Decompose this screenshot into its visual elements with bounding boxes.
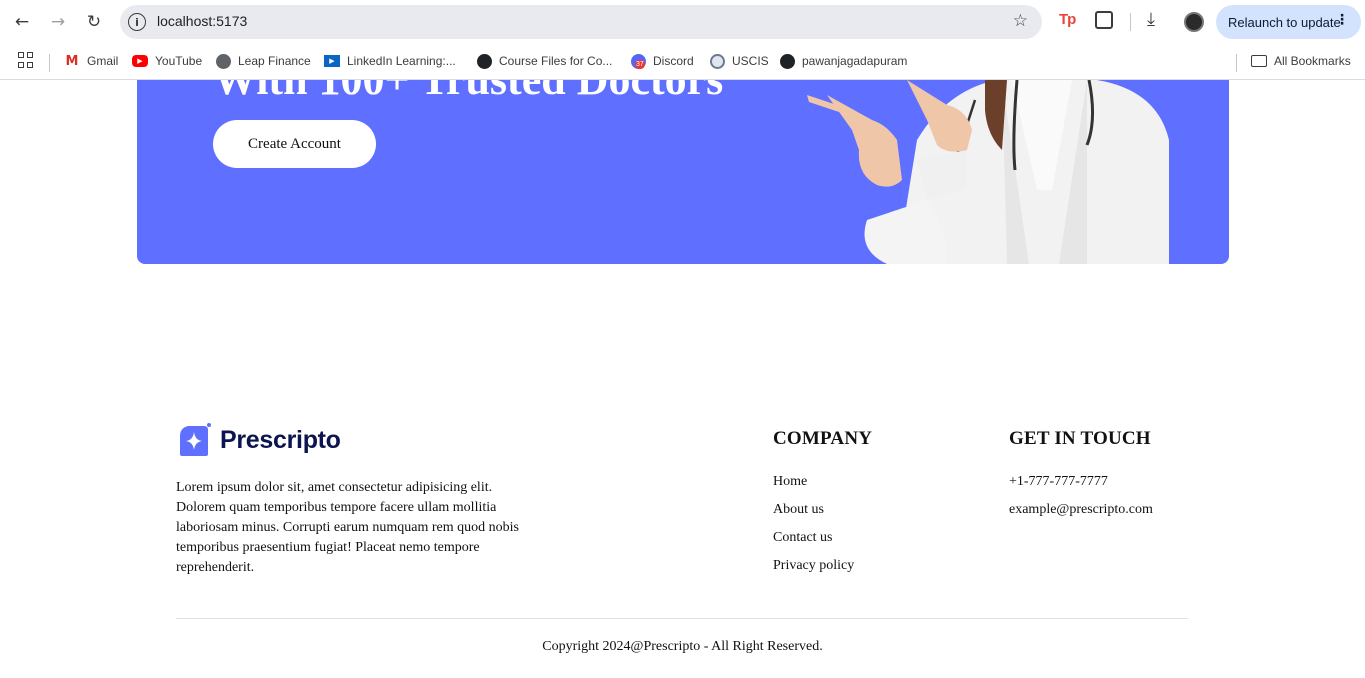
globe-icon <box>216 53 231 69</box>
linkedin-learning-icon: ▶ <box>324 55 340 67</box>
url-text[interactable]: localhost:5173 <box>157 13 247 29</box>
prescripto-logo-icon <box>180 423 211 456</box>
bookmark-label: USCIS <box>732 54 769 68</box>
banner-title: With 100+ Trusted Doctors <box>213 80 723 105</box>
uscis-icon <box>710 53 725 69</box>
footer-link-privacy[interactable]: Privacy policy <box>773 556 854 584</box>
footer-logo[interactable]: Prescripto <box>176 422 341 458</box>
bookmark-label: YouTube <box>155 54 203 68</box>
bookmarks-divider <box>49 54 50 72</box>
bookmark-label: Leap Finance <box>238 54 311 68</box>
github-icon <box>780 53 795 69</box>
contact-list: +1-777-777-7777 example@prescripto.com <box>1009 472 1153 528</box>
more-menu-icon[interactable]: ⋮ <box>1335 13 1349 27</box>
bookmark-youtube[interactable]: ▶ YouTube <box>132 52 202 70</box>
extension-tp-icon[interactable]: Tp <box>1059 11 1076 28</box>
footer-description: Lorem ipsum dolor sit, amet consectetur … <box>176 480 519 575</box>
profile-avatar[interactable] <box>1184 12 1204 32</box>
bookmark-linkedin-learning[interactable]: ▶ LinkedIn Learning:... <box>324 52 456 70</box>
download-icon[interactable]: ⤓ <box>1147 9 1155 30</box>
bookmark-label: LinkedIn Learning:... <box>347 54 456 68</box>
doctor-image <box>807 80 1169 264</box>
contact-phone: +1-777-777-7777 <box>1009 474 1108 489</box>
github-icon <box>477 53 492 69</box>
hero-banner: With 100+ Trusted Doctors Create Account <box>137 80 1229 264</box>
discord-badge: 37 <box>635 59 645 69</box>
brand-name: Prescripto <box>220 425 341 454</box>
bookmark-gmail[interactable]: M Gmail <box>64 52 119 70</box>
bookmark-label: Discord <box>653 54 694 68</box>
relaunch-button[interactable]: Relaunch to update ⋮ <box>1216 5 1361 39</box>
gmail-icon: M <box>65 53 79 69</box>
discord-icon: 37 <box>631 53 646 69</box>
bookmark-discord[interactable]: 37 Discord <box>631 52 694 70</box>
bookmarks-divider <box>1236 54 1237 72</box>
create-account-button[interactable]: Create Account <box>213 120 376 168</box>
contact-email: example@prescripto.com <box>1009 502 1153 517</box>
footer-divider <box>176 618 1188 619</box>
relaunch-label: Relaunch to update <box>1228 14 1341 30</box>
company-heading: COMPANY <box>773 428 873 449</box>
bookmark-star-icon[interactable]: ☆ <box>1013 11 1028 31</box>
folder-icon <box>1251 55 1267 67</box>
all-bookmarks[interactable]: All Bookmarks <box>1251 52 1351 70</box>
get-in-touch-heading: GET IN TOUCH <box>1009 428 1151 449</box>
apps-grid-icon[interactable] <box>18 52 34 68</box>
toolbar-divider <box>1130 13 1131 31</box>
company-links: Home About us Contact us Privacy policy <box>773 472 854 584</box>
footer-link-about[interactable]: About us <box>773 500 854 528</box>
browser-toolbar: ← → ↻ i localhost:5173 ☆ Tp ⤓ Relaunch t… <box>0 0 1365 44</box>
footer-link-contact[interactable]: Contact us <box>773 528 854 556</box>
bookmarks-bar: M Gmail ▶ YouTube Leap Finance ▶ LinkedI… <box>0 44 1365 80</box>
bookmark-course-files[interactable]: Course Files for Co... <box>477 52 612 70</box>
bookmark-leap-finance[interactable]: Leap Finance <box>216 52 311 70</box>
address-bar[interactable]: i localhost:5173 ☆ <box>120 5 1042 39</box>
extensions-puzzle-icon[interactable] <box>1095 11 1113 29</box>
bookmark-label: Course Files for Co... <box>499 54 613 68</box>
copyright-text: Copyright 2024@Prescripto - All Right Re… <box>542 639 823 654</box>
bookmark-label: Gmail <box>87 54 119 68</box>
bookmark-pawanjagadapuram[interactable]: pawanjagadapuram <box>780 52 907 70</box>
forward-arrow-icon[interactable]: → <box>46 10 70 34</box>
bookmark-uscis[interactable]: USCIS <box>710 52 769 70</box>
reload-icon[interactable]: ↻ <box>82 10 106 34</box>
site-info-icon[interactable]: i <box>128 13 146 31</box>
bookmark-label: pawanjagadapuram <box>802 54 908 68</box>
footer-link-home[interactable]: Home <box>773 472 854 500</box>
back-arrow-icon[interactable]: ← <box>10 10 34 34</box>
youtube-icon: ▶ <box>132 55 148 67</box>
bookmark-label: All Bookmarks <box>1274 54 1351 68</box>
